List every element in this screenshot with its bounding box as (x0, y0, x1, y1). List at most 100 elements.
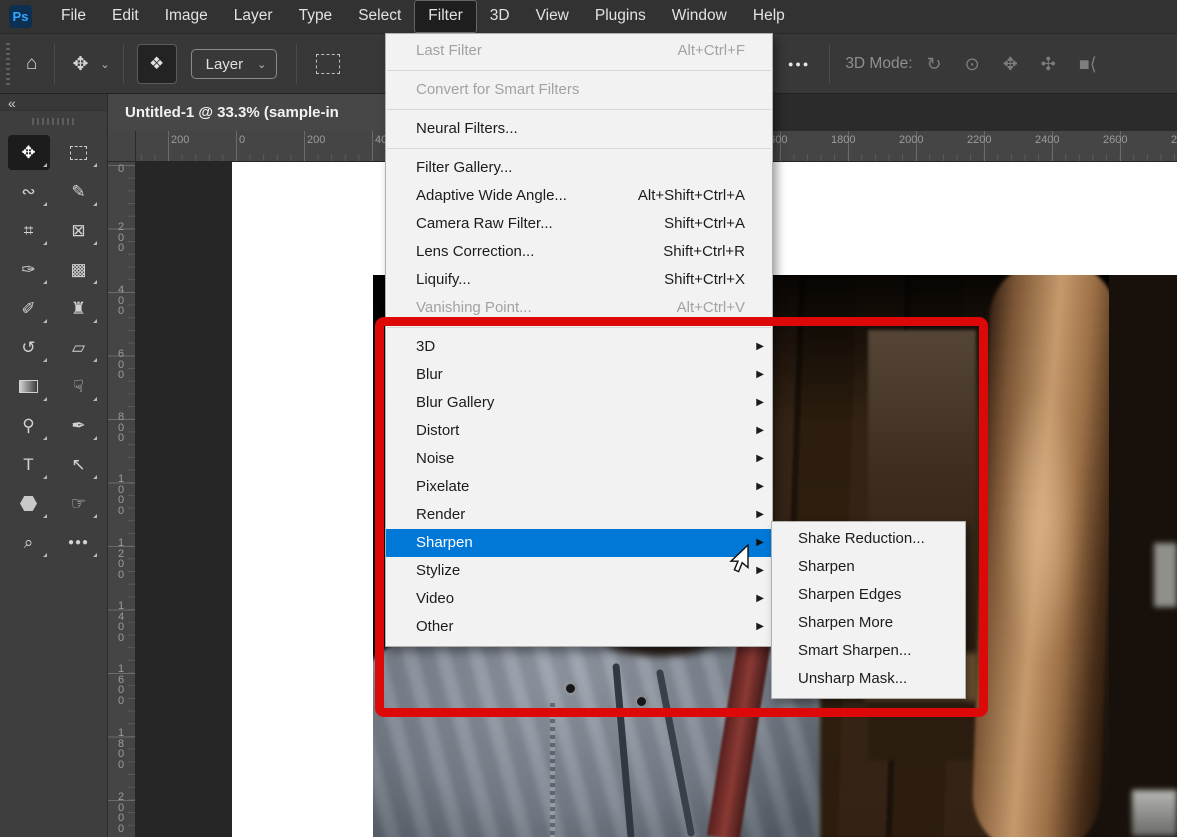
menu-separator (387, 148, 771, 149)
more-options-icon[interactable]: ●●● (778, 59, 820, 69)
quick-selection-tool-icon: ✎ (71, 182, 85, 202)
filter-menu-item-vanishing-point[interactable]: Vanishing Point...Alt+Ctrl+V (386, 294, 772, 322)
menu-plugins[interactable]: Plugins (582, 0, 659, 33)
filter-menu-item-pixelate[interactable]: Pixelate▶ (386, 473, 772, 501)
shape-tool[interactable] (8, 486, 50, 521)
menu-item-label: Last Filter (416, 42, 482, 59)
menu-item-label: Shake Reduction... (798, 530, 925, 547)
filter-menu-item-liquify[interactable]: Liquify...Shift+Ctrl+X (386, 266, 772, 294)
photo-eyelet (563, 681, 578, 696)
submenu-arrow-icon: ▶ (756, 501, 764, 529)
clone-stamp-tool[interactable]: ♜ (58, 291, 100, 326)
auto-select-target-dropdown[interactable]: Layer ⌄ (191, 49, 278, 79)
home-icon[interactable]: ⌂ (18, 53, 45, 75)
chevron-down-icon[interactable]: ⌄ (96, 58, 113, 71)
gradient-tool[interactable] (8, 369, 50, 404)
filter-menu-item-lens-correction[interactable]: Lens Correction...Shift+Ctrl+R (386, 238, 772, 266)
frame-tool[interactable]: ⊠ (58, 213, 100, 248)
filter-menu-item-blur[interactable]: Blur▶ (386, 361, 772, 389)
roll-3d-camera-icon[interactable]: ⊙ (965, 54, 980, 75)
menu-item-label: Other (416, 618, 454, 635)
lasso-tool[interactable]: ∾ (8, 174, 50, 209)
slide-3d-camera-icon[interactable]: ✣ (1041, 54, 1056, 75)
sharpen-submenu-item-sharpen-edges[interactable]: Sharpen Edges (772, 581, 965, 609)
options-grip-handle[interactable] (6, 43, 10, 85)
filter-menu-item-filter-gallery[interactable]: Filter Gallery... (386, 154, 772, 182)
quick-selection-tool[interactable]: ✎ (58, 174, 100, 209)
smudge-tool[interactable]: ☟ (58, 369, 100, 404)
rotate-view-tool[interactable]: ☞ (58, 486, 100, 521)
ruler-label: 2000 (899, 134, 923, 146)
menu-item-shortcut: Alt+Ctrl+F (677, 37, 745, 65)
filter-menu-item-camera-raw-filter[interactable]: Camera Raw Filter...Shift+Ctrl+A (386, 210, 772, 238)
more-tools-button-icon: ●●● (68, 537, 89, 548)
filter-menu-item-neural-filters[interactable]: Neural Filters... (386, 115, 772, 143)
menu-window[interactable]: Window (659, 0, 740, 33)
menu-edit[interactable]: Edit (99, 0, 152, 33)
filter-menu-item-render[interactable]: Render▶ (386, 501, 772, 529)
document-tab[interactable]: Untitled-1 @ 33.3% (sample-in (108, 94, 391, 131)
type-tool[interactable]: T (8, 447, 50, 482)
ruler-label: 6 0 0 (115, 349, 127, 381)
rectangular-marquee-tool-icon (70, 146, 87, 160)
brush-tool[interactable]: ✐ (8, 291, 50, 326)
filter-menu-item-last-filter[interactable]: Last Filter Alt+Ctrl+F (386, 37, 772, 65)
menu-file[interactable]: File (48, 0, 99, 33)
photo-zipper (550, 699, 555, 837)
collapse-panel-button[interactable]: « (0, 94, 107, 111)
menu-help[interactable]: Help (740, 0, 798, 33)
ruler-label: 2200 (967, 134, 991, 146)
menu-3d[interactable]: 3D (477, 0, 523, 33)
lasso-tool-icon: ∾ (21, 182, 35, 202)
menu-item-label: Camera Raw Filter... (416, 215, 553, 232)
crop-tool[interactable]: ⌗ (8, 213, 50, 248)
path-selection-tool-icon: ↖ (71, 455, 85, 475)
pen-tool[interactable]: ✒ (58, 408, 100, 443)
divider (296, 44, 297, 84)
menu-separator (387, 327, 771, 328)
rectangular-marquee-tool[interactable] (58, 135, 100, 170)
ruler-label: 1 6 0 0 (115, 664, 127, 706)
menu-item-label: Stylize (416, 562, 460, 579)
more-tools-button[interactable]: ●●● (58, 525, 100, 560)
eraser-tool[interactable]: ▱ (58, 330, 100, 365)
sharpen-submenu-item-shake-reduction[interactable]: Shake Reduction... (772, 525, 965, 553)
panel-grip-handle[interactable] (32, 118, 76, 125)
filter-menu-item-sharpen[interactable]: Sharpen▶ (386, 529, 772, 557)
history-brush-tool[interactable]: ↺ (8, 330, 50, 365)
filter-menu-item-distort[interactable]: Distort▶ (386, 417, 772, 445)
rotate-view-tool-icon: ☞ (71, 494, 86, 514)
filter-menu-item-blur-gallery[interactable]: Blur Gallery▶ (386, 389, 772, 417)
move-tool-icon[interactable]: ✥ (64, 53, 96, 76)
filter-menu-dropdown: Last Filter Alt+Ctrl+F Convert for Smart F… (385, 33, 773, 647)
filter-menu-item-convert-for-smart-filters[interactable]: Convert for Smart Filters (386, 76, 772, 104)
orbit-3d-camera-icon[interactable]: ↻ (927, 54, 942, 75)
filter-menu-item-video[interactable]: Video▶ (386, 585, 772, 613)
sharpen-submenu-item-unsharp-mask[interactable]: Unsharp Mask... (772, 665, 965, 693)
filter-menu-item-other[interactable]: Other▶ (386, 613, 772, 641)
menu-layer[interactable]: Layer (221, 0, 286, 33)
healing-patch-tool[interactable]: ▩ (58, 252, 100, 287)
filter-menu-item-adaptive-wide-angle[interactable]: Adaptive Wide Angle...Alt+Shift+Ctrl+A (386, 182, 772, 210)
sharpen-submenu-item-sharpen-more[interactable]: Sharpen More (772, 609, 965, 637)
move-tool[interactable]: ✥ (8, 135, 50, 170)
auto-select-toggle[interactable]: ❖ (137, 44, 177, 84)
sharpen-submenu-item-sharpen[interactable]: Sharpen (772, 553, 965, 581)
menu-view[interactable]: View (523, 0, 582, 33)
menu-filter[interactable]: Filter (414, 0, 476, 33)
blur-tool[interactable]: ⚲ (8, 408, 50, 443)
camera-3d-icon[interactable]: ■⟨ (1079, 54, 1097, 75)
filter-menu-item-stylize[interactable]: Stylize▶ (386, 557, 772, 585)
menu-select[interactable]: Select (345, 0, 414, 33)
menu-image[interactable]: Image (152, 0, 221, 33)
path-selection-tool[interactable]: ↖ (58, 447, 100, 482)
filter-menu-item-3d[interactable]: 3D▶ (386, 333, 772, 361)
zoom-tool[interactable]: ⌕ (8, 525, 50, 560)
menu-type[interactable]: Type (286, 0, 346, 33)
sharpen-submenu-item-smart-sharpen[interactable]: Smart Sharpen... (772, 637, 965, 665)
pan-3d-camera-icon[interactable]: ✥ (1003, 54, 1018, 75)
filter-menu-item-noise[interactable]: Noise▶ (386, 445, 772, 473)
show-transform-controls-icon[interactable] (316, 54, 340, 74)
eyedropper-tool[interactable]: ✑ (8, 252, 50, 287)
pen-tool-icon: ✒ (71, 416, 85, 436)
